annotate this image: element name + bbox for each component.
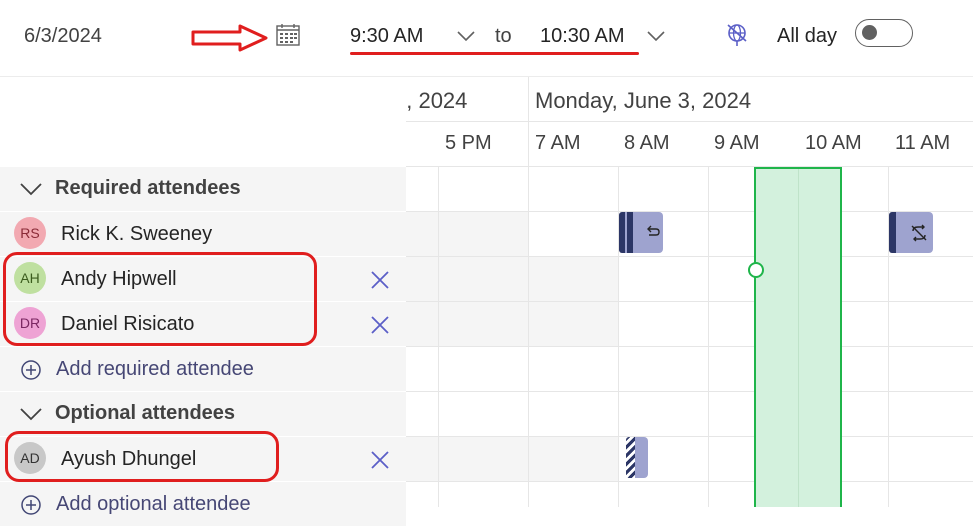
attendee-name: Rick K. Sweeney (61, 223, 213, 245)
busy-block[interactable] (619, 212, 663, 253)
busy-block[interactable] (889, 212, 933, 253)
time-zone-icon[interactable] (725, 22, 751, 48)
tentative-block[interactable] (626, 437, 648, 478)
annotation-box (5, 431, 279, 482)
busy-shade (406, 212, 528, 256)
grid-line (406, 436, 973, 437)
remove-attendee-icon[interactable] (369, 314, 391, 336)
remove-attendee-icon[interactable] (369, 449, 391, 471)
grid-line (406, 346, 973, 347)
annotation-arrow-icon (191, 24, 268, 52)
grid-line (798, 169, 799, 507)
meeting-time-bar: 6/3/2024 9:30 AM to 10:30 AM All day (0, 0, 973, 77)
previous-date-label: 2, 2024 (406, 88, 468, 113)
all-day-label: All day (777, 25, 838, 47)
hour-label: 9 AM (714, 132, 760, 154)
required-attendees-label: Required attendees (55, 177, 241, 199)
date-field[interactable]: 6/3/2024 (24, 25, 102, 48)
add-optional-label: Add optional attendee (56, 493, 251, 515)
hour-label: 8 AM (624, 132, 670, 154)
selection-drag-handle[interactable] (748, 262, 764, 278)
remove-attendee-icon[interactable] (369, 269, 391, 291)
required-attendees-header[interactable]: Required attendees (0, 167, 406, 211)
grid-line (406, 256, 973, 257)
scheduling-grid: 2, 2024 Monday, June 3, 2024 5 PM 7 AM 8… (406, 77, 973, 507)
recurrence-off-icon (911, 224, 927, 242)
attendee-row-rick: RS Rick K. Sweeney (0, 212, 406, 256)
tentative-bar (626, 437, 635, 478)
end-time-field[interactable]: 10:30 AM (540, 25, 625, 48)
chevron-down-icon[interactable] (647, 30, 665, 42)
add-circle-icon (21, 495, 41, 515)
recurrence-icon (647, 225, 660, 236)
add-optional-attendee-button[interactable]: Add optional attendee (0, 482, 406, 526)
hour-label: 11 AM (895, 132, 951, 154)
grid-line (406, 391, 973, 392)
add-circle-icon (21, 360, 41, 380)
grid-divider (406, 121, 973, 122)
toggle-knob (862, 25, 877, 40)
optional-attendees-label: Optional attendees (55, 402, 236, 424)
grid-line (708, 167, 709, 507)
annotation-box (3, 252, 317, 346)
current-date-label: Monday, June 3, 2024 (535, 88, 752, 113)
grid-line (406, 301, 973, 302)
start-time-field[interactable]: 9:30 AM (350, 25, 423, 48)
busy-bar (627, 212, 633, 253)
chevron-down-icon[interactable] (20, 182, 42, 196)
grid-line (438, 167, 439, 507)
grid-line (406, 481, 973, 482)
avatar: RS (14, 217, 46, 249)
annotation-underline (350, 52, 639, 55)
hour-label: 5 PM (445, 132, 492, 154)
grid-line (528, 167, 529, 507)
chevron-down-icon[interactable] (20, 407, 42, 421)
hour-label: 7 AM (535, 132, 581, 154)
optional-attendees-header[interactable]: Optional attendees (0, 392, 406, 436)
to-label: to (495, 25, 512, 47)
hour-label: 10 AM (805, 132, 862, 154)
add-required-attendee-button[interactable]: Add required attendee (0, 347, 406, 391)
calendar-icon[interactable] (276, 24, 300, 46)
chevron-down-icon[interactable] (457, 30, 475, 42)
all-day-toggle[interactable] (855, 19, 913, 47)
busy-bar (889, 212, 896, 253)
add-required-label: Add required attendee (56, 358, 254, 380)
day-separator (528, 77, 529, 167)
grid-line (406, 211, 973, 212)
busy-bar (619, 212, 625, 253)
